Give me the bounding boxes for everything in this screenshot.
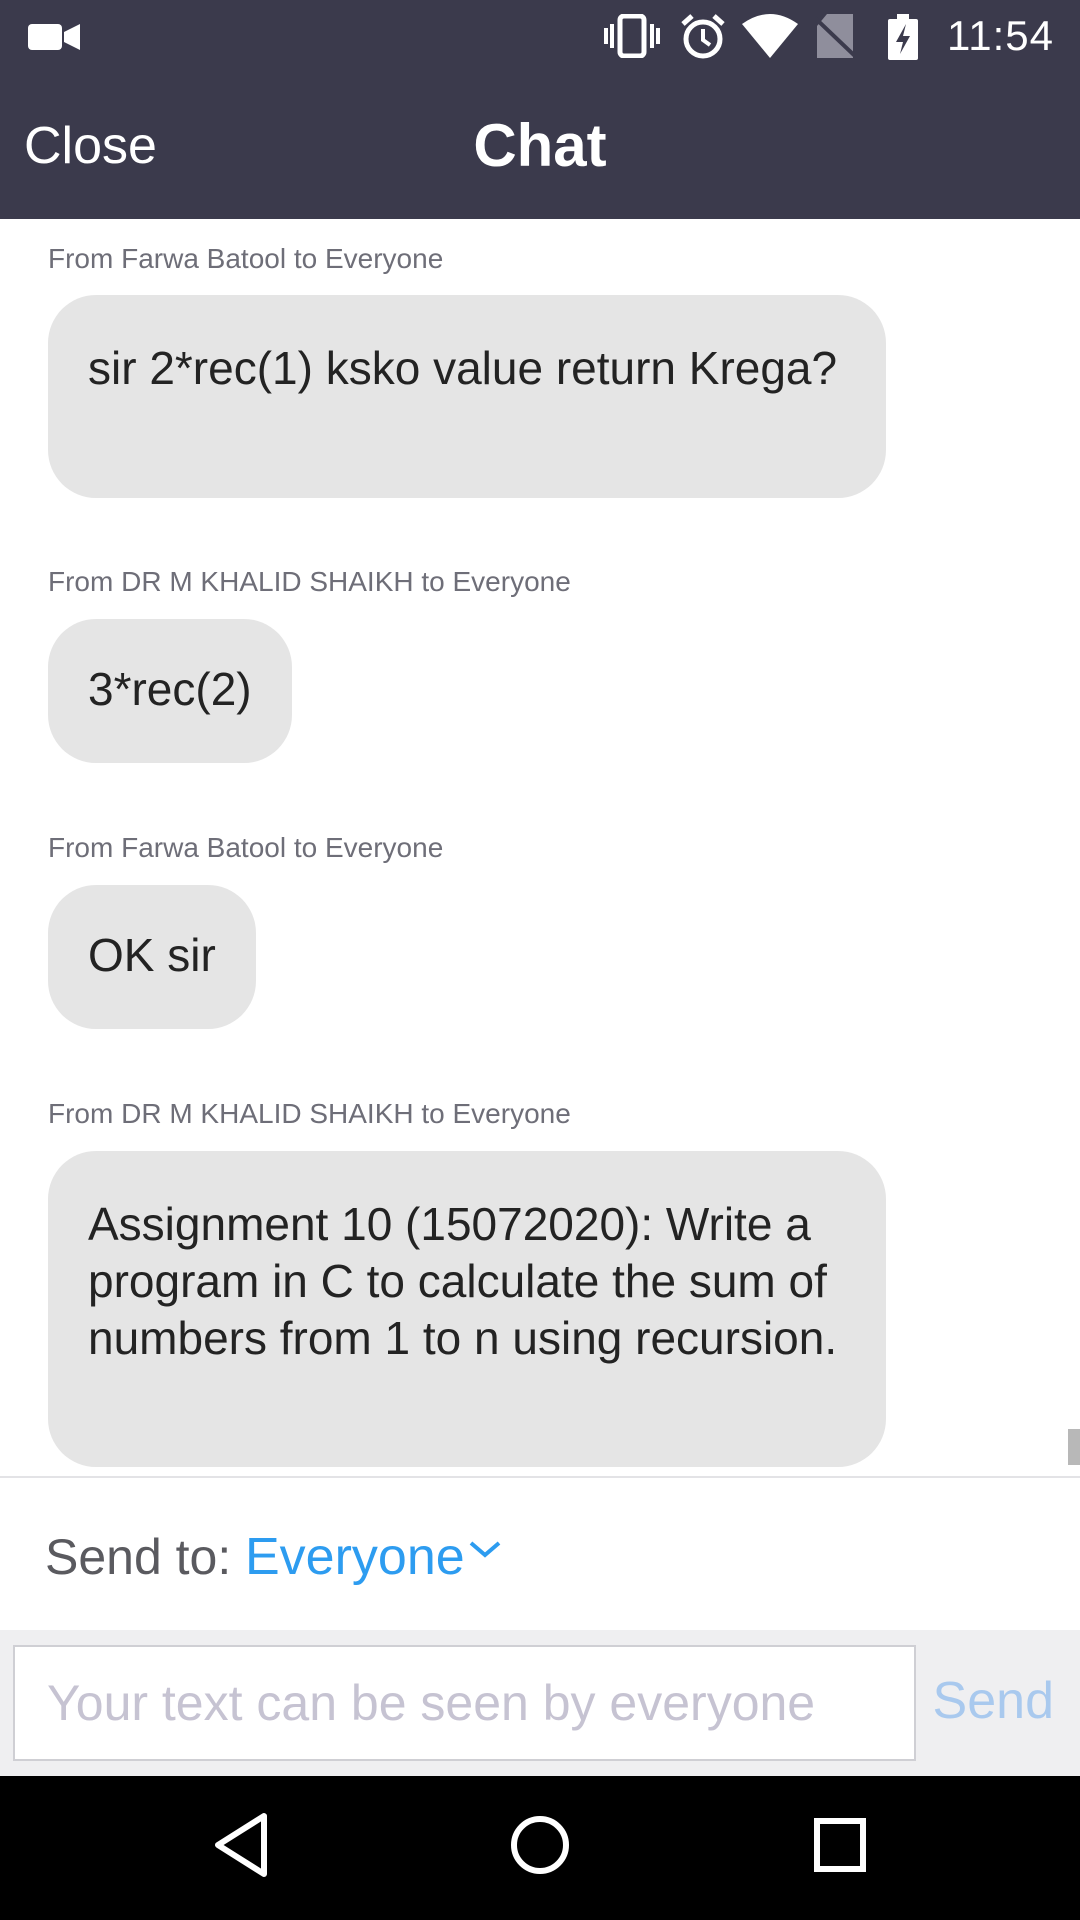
back-icon[interactable]	[212, 1812, 270, 1883]
scrollbar-thumb[interactable]	[1068, 1429, 1080, 1465]
message-bubble: Assignment 10 (15072020): Write a progra…	[48, 1151, 886, 1467]
wifi-icon	[742, 14, 798, 63]
no-sim-icon	[813, 14, 857, 63]
chevron-down-icon[interactable]	[468, 1540, 502, 1565]
chat-screen: 11:54 Close Chat From Farwa Batool to Ev…	[0, 0, 1080, 1920]
send-to-label: Send to:	[45, 1529, 232, 1585]
recents-icon[interactable]	[812, 1812, 868, 1883]
message-bubble: 3*rec(2)	[48, 619, 292, 763]
vibrate-icon	[604, 13, 660, 63]
navigation-bar	[0, 1776, 1080, 1920]
message-sender: From Farwa Batool to Everyone	[48, 832, 444, 863]
app-header: Close Chat	[0, 72, 1080, 219]
send-to-row: Send to: Everyone	[0, 1478, 1080, 1630]
message-input[interactable]	[13, 1645, 916, 1761]
message-sender: From Farwa Batool to Everyone	[48, 243, 444, 274]
message-bubble: sir 2*rec(1) ksko value return Krega?	[48, 295, 886, 498]
message-list[interactable]: From Farwa Batool to Everyone sir 2*rec(…	[0, 219, 1080, 1476]
battery-charging-icon	[888, 14, 918, 65]
send-button[interactable]: Send	[933, 1670, 1054, 1732]
send-to-dropdown[interactable]: Everyone	[245, 1528, 465, 1586]
message-sender: From DR M KHALID SHAIKH to Everyone	[48, 566, 571, 597]
alarm-icon	[680, 14, 726, 65]
composer-row: Send	[0, 1630, 1080, 1776]
status-time: 11:54	[947, 12, 1054, 59]
message-bubble: OK sir	[48, 885, 256, 1029]
page-title: Chat	[473, 112, 607, 179]
message-sender: From DR M KHALID SHAIKH to Everyone	[48, 1098, 571, 1129]
home-icon[interactable]	[508, 1812, 572, 1883]
status-bar: 11:54	[0, 0, 1080, 72]
video-camera-icon	[28, 22, 82, 57]
